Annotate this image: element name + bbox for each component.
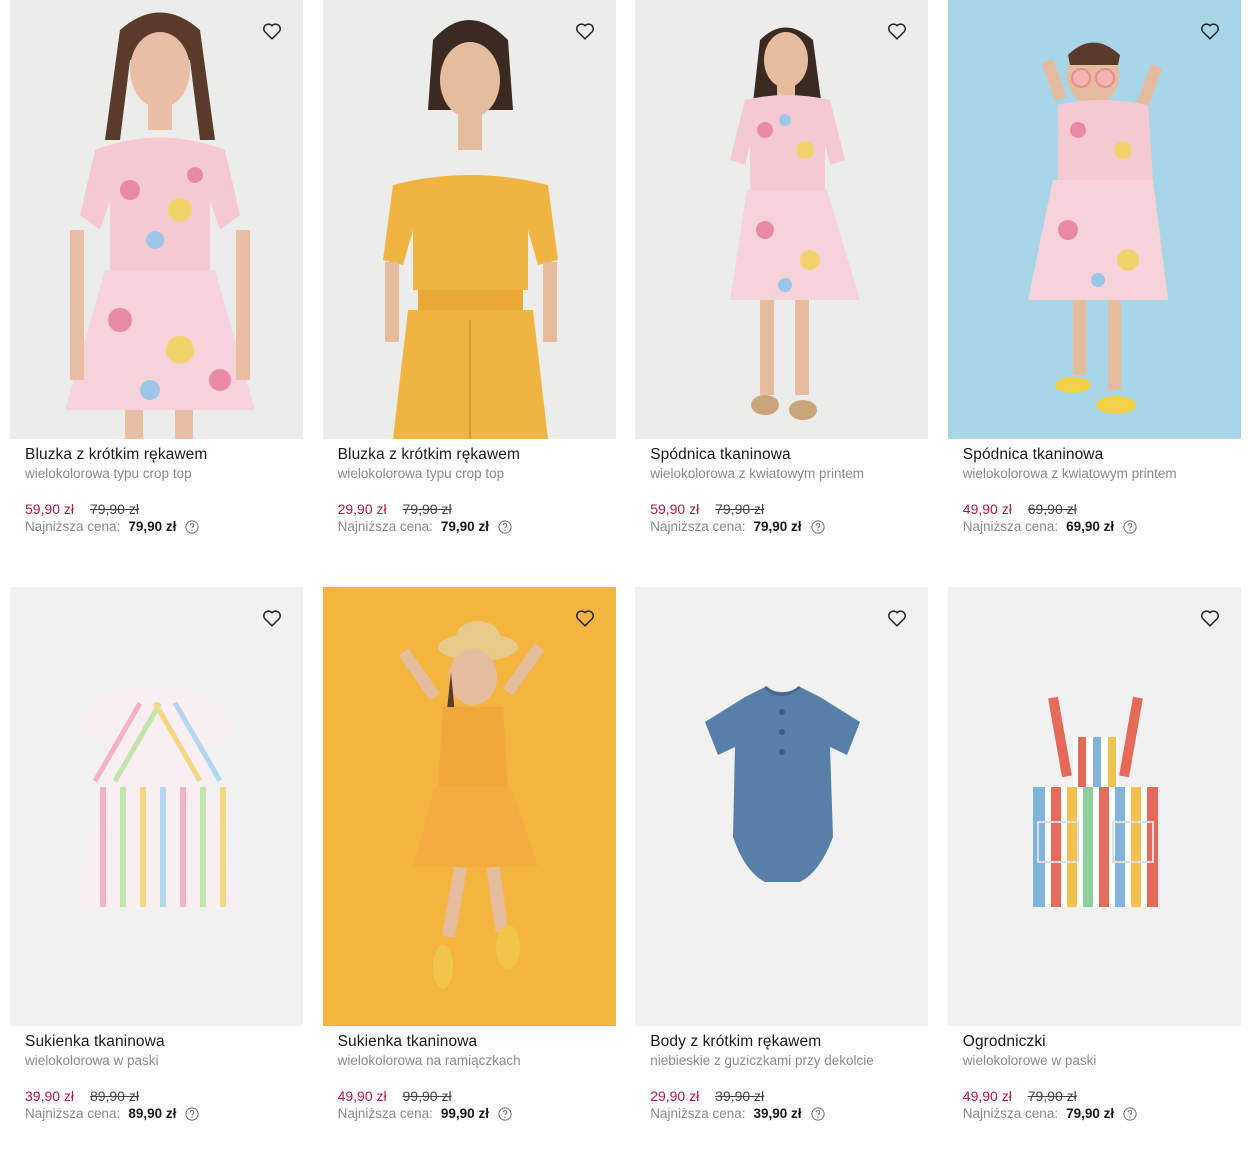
question-circle-icon[interactable] [185,1107,199,1121]
product-card[interactable]: Spódnica tkaninowa wielokolorowa z kwiat… [635,0,929,587]
product-image[interactable] [635,0,929,439]
heart-icon[interactable] [574,607,596,629]
question-circle-icon[interactable] [1123,520,1137,534]
heart-icon[interactable] [574,20,596,42]
old-price: 99,90 zł [402,1088,452,1104]
product-image[interactable] [947,587,1241,1026]
product-image[interactable] [322,587,616,1026]
price-row: 59,90 zł 79,90 zł [25,501,288,518]
product-image[interactable] [322,0,616,439]
lowest-price-value: 79,90 zł [128,519,177,534]
old-price: 79,90 zł [715,501,765,517]
product-card[interactable]: Bluzka z krótkim rękawem wielokolorowa t… [10,0,303,587]
heart-icon[interactable] [1199,20,1221,42]
price-row: 29,90 zł 39,90 zł [650,1088,913,1105]
old-price: 79,90 zł [402,501,452,517]
heart-icon[interactable] [1199,607,1221,629]
lowest-price-label: Najniższa cena: [650,519,746,534]
lowest-price-value: 79,90 zł [1066,1106,1115,1121]
lowest-price-label: Najniższa cena: [337,519,433,534]
price-row: 49,90 zł 69,90 zł [963,501,1226,518]
sale-price: 29,90 zł [337,501,387,517]
product-title[interactable]: Ogrodniczki [963,1032,1226,1052]
old-price: 89,90 zł [89,1088,139,1104]
product-subtitle: wielokolorowa na ramiączkach [337,1053,521,1068]
product-card[interactable]: Sukienka tkaninowa wielokolorowa w paski… [10,587,303,1174]
question-circle-icon[interactable] [1123,1107,1137,1121]
product-card[interactable]: Ogrodniczki wielokolorowe w paski 49,90 … [947,587,1241,1174]
sale-price: 49,90 zł [962,501,1012,517]
product-grid: Bluzka z krótkim rękawem wielokolorowa t… [10,0,1241,1174]
product-subtitle: wielokolorowa typu crop top [25,466,192,481]
price-row: 39,90 zł 89,90 zł [25,1088,288,1105]
lowest-price-label: Najniższa cena: [337,1106,433,1121]
lowest-price-row: Najniższa cena: 99,90 zł [338,1105,601,1123]
lowest-price-row: Najniższa cena: 69,90 zł [963,518,1226,536]
product-subtitle: wielokolorowa w paski [25,1053,159,1068]
product-title[interactable]: Bluzka z krótkim rękawem [338,445,601,465]
sale-price: 39,90 zł [25,1088,75,1104]
question-circle-icon[interactable] [498,520,512,534]
lowest-price-label: Najniższa cena: [962,1106,1059,1121]
lowest-price-row: Najniższa cena: 39,90 zł [650,1105,913,1123]
sale-price: 59,90 zł [25,501,75,517]
lowest-price-value: 69,90 zł [1066,519,1115,534]
question-circle-icon[interactable] [810,520,825,534]
lowest-price-label: Najniższa cena: [650,1106,746,1121]
product-title[interactable]: Sukienka tkaninowa [338,1032,601,1052]
old-price: 79,90 zł [89,501,139,517]
lowest-price-row: Najniższa cena: 79,90 zł [25,518,288,536]
product-subtitle: wielokolorowa typu crop top [337,466,505,481]
product-title[interactable]: Body z krótkim rękawem [650,1032,913,1052]
sale-price: 49,90 zł [337,1088,387,1104]
product-image[interactable] [947,0,1241,439]
product-subtitle: wielokolorowa z kwiatowym printem [962,466,1177,481]
product-title[interactable]: Spódnica tkaninowa [963,445,1226,465]
product-card[interactable]: Bluzka z krótkim rękawem wielokolorowa t… [322,0,616,587]
product-subtitle: wielokolorowe w paski [962,1053,1097,1068]
lowest-price-label: Najniższa cena: [25,519,121,534]
lowest-price-label: Najniższa cena: [962,519,1059,534]
price-row: 49,90 zł 79,90 zł [963,1088,1226,1105]
product-card[interactable]: Body z krótkim rękawem niebieskie z guzi… [635,587,929,1174]
heart-icon[interactable] [886,607,908,629]
question-circle-icon[interactable] [498,1107,512,1121]
lowest-price-row: Najniższa cena: 79,90 zł [338,518,601,536]
lowest-price-value: 79,90 zł [753,519,802,534]
product-title[interactable]: Spódnica tkaninowa [650,445,913,465]
lowest-price-value: 39,90 zł [753,1106,802,1121]
price-row: 49,90 zł 99,90 zł [338,1088,601,1105]
heart-icon[interactable] [261,607,283,629]
question-circle-icon[interactable] [810,1107,825,1121]
product-image[interactable] [10,587,303,1026]
product-subtitle: niebieskie z guziczkami przy dekolcie [650,1053,874,1068]
product-card[interactable]: Sukienka tkaninowa wielokolorowa na rami… [322,587,616,1174]
lowest-price-row: Najniższa cena: 89,90 zł [25,1105,288,1123]
product-title[interactable]: Sukienka tkaninowa [25,1032,288,1052]
lowest-price-row: Najniższa cena: 79,90 zł [650,518,913,536]
question-circle-icon[interactable] [185,520,199,534]
price-row: 29,90 zł 79,90 zł [338,501,601,518]
old-price: 79,90 zł [1027,1088,1077,1104]
product-title[interactable]: Bluzka z krótkim rękawem [25,445,288,465]
old-price: 39,90 zł [715,1088,765,1104]
sale-price: 49,90 zł [962,1088,1012,1104]
heart-icon[interactable] [886,20,908,42]
lowest-price-value: 89,90 zł [128,1106,177,1121]
product-image[interactable] [635,587,929,1026]
product-image[interactable] [10,0,303,439]
heart-icon[interactable] [261,20,283,42]
lowest-price-row: Najniższa cena: 79,90 zł [963,1105,1226,1123]
lowest-price-value: 79,90 zł [440,519,489,534]
old-price: 69,90 zł [1027,501,1077,517]
sale-price: 59,90 zł [650,501,700,517]
price-row: 59,90 zł 79,90 zł [650,501,913,518]
lowest-price-label: Najniższa cena: [25,1106,121,1121]
lowest-price-value: 99,90 zł [440,1106,489,1121]
product-card[interactable]: Spódnica tkaninowa wielokolorowa z kwiat… [947,0,1241,587]
product-subtitle: wielokolorowa z kwiatowym printem [650,466,865,481]
sale-price: 29,90 zł [650,1088,700,1104]
